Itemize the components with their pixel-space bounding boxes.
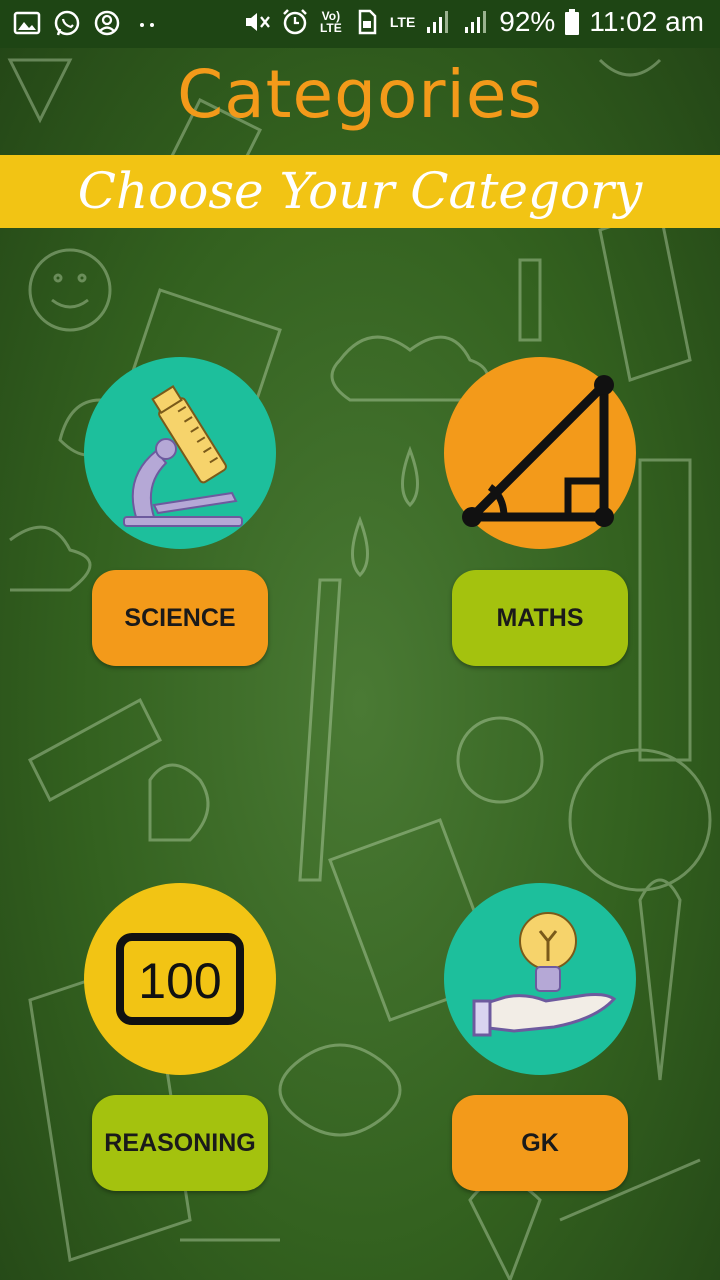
sim-card-icon — [358, 9, 377, 35]
triangle-geometry-icon — [462, 375, 614, 527]
maths-category-image[interactable] — [444, 357, 636, 549]
status-left-icons — [12, 8, 162, 38]
clock-time: 11:02 am — [589, 6, 704, 37]
battery-percent: 92% — [499, 6, 556, 37]
lightbulb-hand-icon — [472, 912, 617, 1037]
battery-icon — [565, 9, 580, 35]
science-category-image[interactable] — [84, 357, 276, 549]
microscope-icon — [123, 385, 243, 527]
alarm-icon — [282, 9, 307, 35]
banner-subtitle: Choose Your Category — [77, 162, 643, 220]
maths-button-label: MATHS — [496, 603, 584, 632]
maths-button[interactable]: MATHS — [452, 570, 628, 666]
more-dots-icon — [140, 23, 154, 27]
science-button[interactable]: SCIENCE — [92, 570, 268, 666]
number-100-icon: 100 — [116, 933, 244, 1025]
signal-strength-icon-2 — [465, 11, 487, 33]
volte-label: Vo) LTE — [319, 9, 342, 35]
reasoning-button[interactable]: REASONING — [92, 1095, 268, 1191]
signal-strength-icon-1 — [427, 11, 449, 33]
svg-text:100: 100 — [138, 953, 221, 1009]
network-type-label: LTE — [389, 14, 416, 30]
gk-category-image[interactable] — [444, 883, 636, 1075]
whatsapp-icon — [54, 10, 80, 36]
subtitle-banner: Choose Your Category — [0, 155, 720, 228]
gallery-icon — [13, 11, 41, 35]
reasoning-category-image[interactable]: 100 — [84, 883, 276, 1075]
gk-button[interactable]: GK — [452, 1095, 628, 1191]
reasoning-button-label: REASONING — [104, 1128, 256, 1157]
page-title: Categories — [177, 56, 543, 133]
mute-icon — [245, 13, 270, 31]
status-right-icons: Vo) LTE LTE 92% 11:02 am — [242, 6, 704, 38]
science-button-label: SCIENCE — [124, 603, 236, 632]
status-bar: Vo) LTE LTE 92% 11:02 am — [0, 0, 720, 48]
gk-button-label: GK — [521, 1128, 559, 1157]
account-circle-icon — [94, 10, 120, 36]
